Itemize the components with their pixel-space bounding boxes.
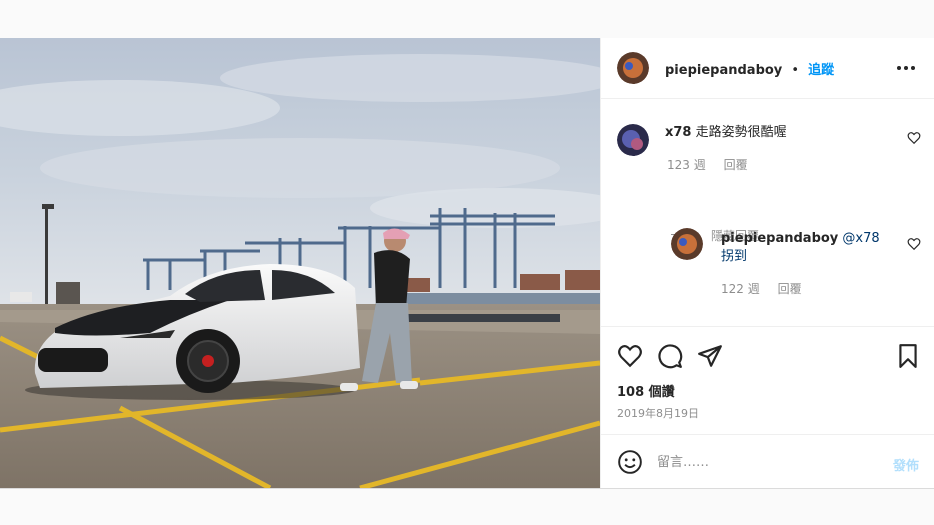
- comment-username[interactable]: x78: [665, 125, 691, 140]
- comment-meta: 123 週 回覆: [667, 156, 762, 173]
- bookmark-icon[interactable]: [895, 343, 921, 369]
- post-date: 2019年8月19日: [617, 407, 699, 420]
- separator-dot: •: [791, 63, 800, 78]
- reply-like-icon[interactable]: [907, 237, 921, 251]
- post-comment-button[interactable]: 發佈: [893, 455, 919, 474]
- reply-age: 122 週: [721, 282, 760, 296]
- reply: piepiepandaboy @x78 拐到: [721, 230, 891, 266]
- post-container: piepiepandaboy • 追蹤 x78 走路姿勢很酷喔 123 週 回覆…: [0, 38, 934, 489]
- heart-icon[interactable]: [617, 343, 643, 369]
- comment-reply-button[interactable]: 回覆: [724, 158, 748, 172]
- reply-reply-button[interactable]: 回覆: [778, 282, 802, 296]
- reply-content: piepiepandaboy @x78 拐到: [721, 230, 891, 266]
- reply-username[interactable]: piepiepandaboy: [721, 231, 838, 246]
- comment-input[interactable]: [657, 449, 877, 475]
- author-line: piepiepandaboy • 追蹤: [665, 59, 834, 78]
- comment-text: 走路姿勢很酷喔: [695, 125, 787, 140]
- more-horizontal-icon[interactable]: [897, 59, 917, 75]
- post-header: piepiepandaboy • 追蹤: [601, 38, 934, 99]
- send-icon[interactable]: [697, 343, 723, 369]
- reply-meta: 122 週 回覆: [721, 280, 816, 297]
- author-avatar[interactable]: [617, 52, 649, 84]
- comment-age: 123 週: [667, 158, 706, 172]
- like-count[interactable]: 108 個讚: [617, 381, 675, 400]
- author-username[interactable]: piepiepandaboy: [665, 63, 782, 78]
- reply-avatar[interactable]: [671, 228, 703, 260]
- follow-button[interactable]: 追蹤: [808, 63, 834, 78]
- commenter-avatar[interactable]: [617, 124, 649, 156]
- post-actions: 108 個讚 2019年8月19日: [601, 326, 934, 437]
- top-bar: [0, 0, 934, 39]
- smiley-icon[interactable]: [617, 449, 643, 475]
- post-side-panel: piepiepandaboy • 追蹤 x78 走路姿勢很酷喔 123 週 回覆…: [600, 38, 934, 488]
- add-comment-bar: 發佈: [601, 434, 934, 489]
- comment-like-icon[interactable]: [907, 131, 921, 145]
- comment-icon[interactable]: [657, 343, 683, 369]
- comment: x78 走路姿勢很酷喔: [665, 124, 905, 142]
- post-photo[interactable]: [0, 38, 600, 488]
